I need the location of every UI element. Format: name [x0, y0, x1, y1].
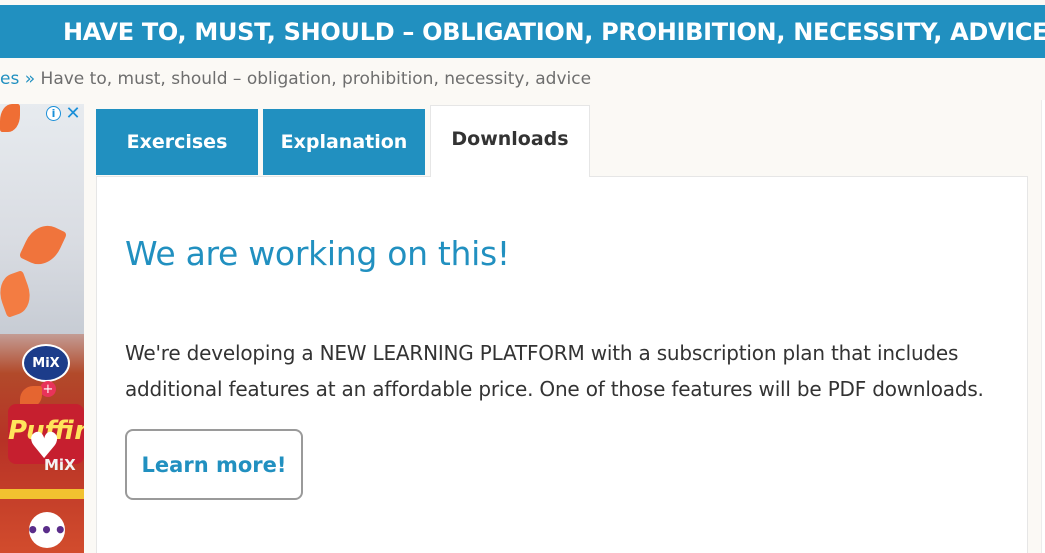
title-banner: HAVE TO, MUST, SHOULD – OBLIGATION, PROH… [0, 0, 1045, 62]
right-sidebar-edge [1041, 100, 1045, 553]
ad-logo-text-secondary: MiX [44, 456, 76, 474]
tab-downloads[interactable]: Downloads [430, 105, 590, 177]
breadcrumb-current: Have to, must, should – obligation, proh… [40, 69, 592, 89]
tab-exercises[interactable]: Exercises [96, 109, 258, 175]
breadcrumb: es » Have to, must, should – obligation,… [0, 69, 591, 89]
panel-body-text: We're developing a NEW LEARNING PLATFORM… [125, 341, 984, 401]
title-banner-bg: HAVE TO, MUST, SHOULD – OBLIGATION, PROH… [0, 5, 1045, 58]
page-title: HAVE TO, MUST, SHOULD – OBLIGATION, PROH… [63, 18, 1045, 46]
page: HAVE TO, MUST, SHOULD – OBLIGATION, PROH… [0, 0, 1045, 553]
tab-explanation[interactable]: Explanation [263, 109, 425, 175]
panel-heading: We are working on this! [125, 234, 510, 273]
side-advertisement[interactable]: MiX + Puffin ♥ MiX ••• [0, 104, 84, 553]
info-icon[interactable]: i [46, 106, 61, 121]
plus-icon: + [40, 381, 56, 397]
close-icon[interactable]: ✕ [64, 103, 82, 124]
breadcrumb-link-prev[interactable]: es [0, 69, 19, 89]
ad-logo-text: MiX [32, 355, 60, 371]
ad-stripe [0, 489, 84, 499]
breadcrumb-separator: » [24, 69, 36, 89]
chat-bubble-icon: ••• [26, 512, 67, 548]
learn-more-button[interactable]: Learn more! [125, 429, 303, 500]
ad-brand-logo: MiX [22, 344, 70, 382]
